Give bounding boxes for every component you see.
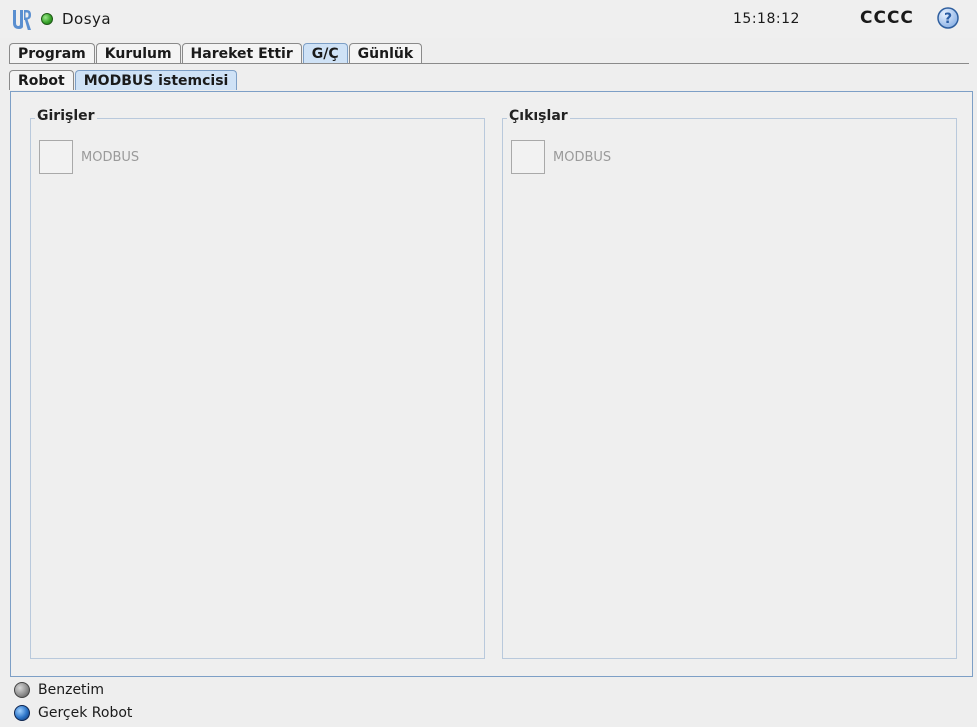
tab-robot[interactable]: Robot [9, 70, 74, 90]
outputs-group: Çıkışlar MODBUS [502, 108, 957, 659]
outputs-group-title: Çıkışlar [507, 108, 570, 124]
simulation-radio-icon[interactable] [14, 682, 30, 698]
modbus-output-label: MODBUS [553, 149, 612, 165]
io-content-panel: Girişler MODBUS Çıkışlar MODBUS [10, 91, 973, 677]
tab-io[interactable]: G/Ç [302, 43, 348, 63]
real-robot-label: Gerçek Robot [38, 705, 133, 721]
modbus-output-item: MODBUS [511, 139, 611, 175]
tab-modbus-client[interactable]: MODBUS istemcisi [74, 70, 238, 90]
tab-move[interactable]: Hareket Ettir [181, 43, 302, 63]
robot-name: CCCC [860, 8, 914, 28]
main-tab-bar: Program Kurulum Hareket Ettir G/Ç Günlük [9, 43, 423, 63]
tab-program[interactable]: Program [9, 43, 95, 63]
inputs-group-title: Girişler [35, 108, 97, 124]
tab-installation[interactable]: Kurulum [95, 43, 181, 63]
simulation-label: Benzetim [38, 682, 105, 698]
header-bar: Dosya 15:18:12 CCCC ? [0, 0, 977, 38]
inputs-group: Girişler MODBUS [30, 108, 485, 659]
help-icon[interactable]: ? [937, 7, 959, 29]
sub-tab-bar: Robot MODBUS istemcisi [9, 70, 238, 90]
modbus-output-checkbox[interactable] [511, 140, 545, 174]
simulation-option[interactable]: Benzetim [14, 682, 104, 698]
modbus-input-item: MODBUS [39, 139, 139, 175]
real-robot-option[interactable]: Gerçek Robot [14, 705, 132, 721]
modbus-input-checkbox[interactable] [39, 140, 73, 174]
real-robot-radio-icon[interactable] [14, 705, 30, 721]
tab-log[interactable]: Günlük [348, 43, 423, 63]
svg-text:?: ? [944, 11, 952, 27]
main-tab-divider [9, 63, 969, 64]
ur-logo-icon [13, 10, 31, 30]
clock: 15:18:12 [733, 11, 800, 27]
robot-status-indicator [41, 13, 53, 25]
file-menu[interactable]: Dosya [62, 10, 111, 28]
modbus-input-label: MODBUS [81, 149, 140, 165]
